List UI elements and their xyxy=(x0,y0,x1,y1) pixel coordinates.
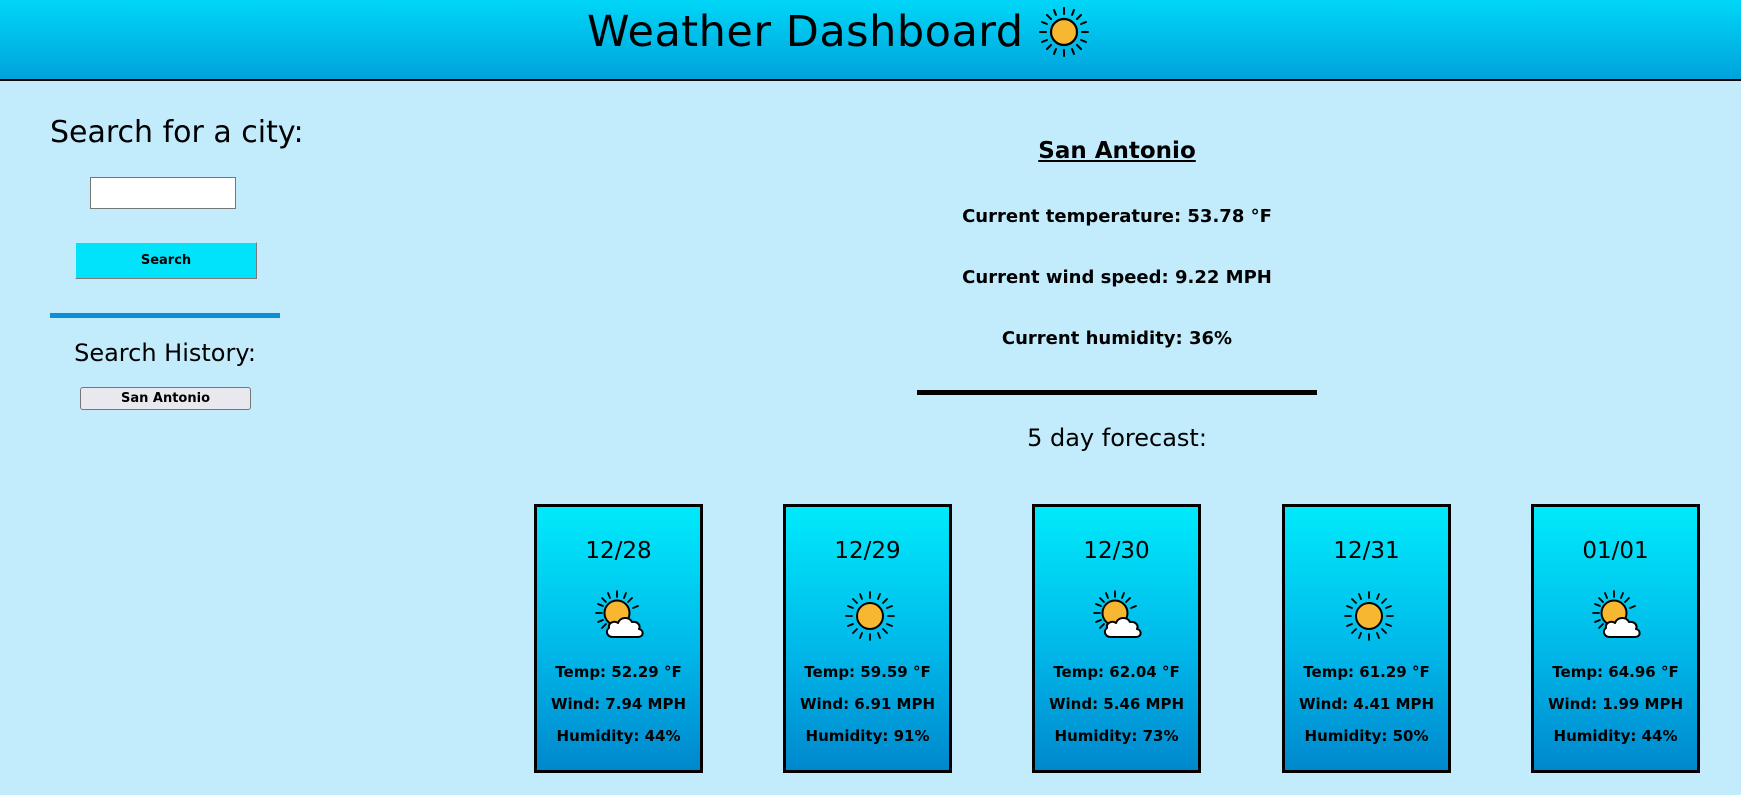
search-heading: Search for a city: xyxy=(50,115,304,150)
forecast-date: 12/31 xyxy=(1333,538,1400,564)
forecast-heading: 5 day forecast: xyxy=(1027,424,1207,452)
forecast-date: 01/01 xyxy=(1582,538,1649,564)
forecast-humidity: Humidity: 91% xyxy=(805,727,930,745)
forecast-date: 12/29 xyxy=(834,538,901,564)
current-temperature: Current temperature: 53.78 °F xyxy=(962,206,1272,227)
forecast-card: 12/29 Temp: 59.59 °F Wind: 6.91 MPH Humi… xyxy=(783,504,952,773)
forecast-wind: Wind: 4.41 MPH xyxy=(1298,695,1435,713)
forecast-humidity: Humidity: 44% xyxy=(556,727,681,745)
app-header: Weather Dashboard xyxy=(0,0,1741,81)
search-history-heading: Search History: xyxy=(74,339,256,367)
forecast-card: 12/28 Temp: 52.29 °F Wind: 7.94 MPH Humi… xyxy=(534,504,703,773)
forecast-wind: Wind: 5.46 MPH xyxy=(1048,695,1185,713)
forecast-humidity: Humidity: 73% xyxy=(1054,727,1179,745)
partly-cloudy-icon xyxy=(595,590,644,638)
sun-icon xyxy=(1038,7,1089,57)
current-weather: San Antonio Current temperature: 53.78 °… xyxy=(917,138,1317,349)
sun-icon xyxy=(845,591,895,641)
forecast-date: 12/30 xyxy=(1083,538,1150,564)
current-city-name: San Antonio xyxy=(1038,138,1196,164)
current-humidity: Current humidity: 36% xyxy=(1001,328,1233,349)
current-divider xyxy=(917,390,1317,395)
forecast-humidity: Humidity: 44% xyxy=(1553,727,1678,745)
sidebar-divider xyxy=(50,313,280,318)
forecast-card: 12/31 Temp: 61.29 °F Wind: 4.41 MPH Humi… xyxy=(1282,504,1451,773)
search-button[interactable]: Search xyxy=(75,242,257,279)
city-search-input[interactable] xyxy=(90,177,236,209)
forecast-temp: Temp: 52.29 °F xyxy=(555,663,682,681)
header-title-group: Weather Dashboard xyxy=(587,2,1090,62)
forecast-wind: Wind: 6.91 MPH xyxy=(799,695,936,713)
forecast-temp: Temp: 64.96 °F xyxy=(1552,663,1679,681)
forecast-humidity: Humidity: 50% xyxy=(1304,727,1429,745)
partly-cloudy-icon xyxy=(1093,590,1142,638)
sun-icon xyxy=(1344,591,1394,641)
forecast-wind: Wind: 7.94 MPH xyxy=(550,695,687,713)
search-sidebar: Search for a city: Search Search History… xyxy=(50,100,304,410)
forecast-temp: Temp: 59.59 °F xyxy=(804,663,931,681)
forecast-wind: Wind: 1.99 MPH xyxy=(1547,695,1684,713)
forecast-temp: Temp: 61.29 °F xyxy=(1303,663,1430,681)
current-wind-speed: Current wind speed: 9.22 MPH xyxy=(962,267,1272,288)
forecast-temp: Temp: 62.04 °F xyxy=(1053,663,1180,681)
history-item-san-antonio[interactable]: San Antonio xyxy=(80,387,251,410)
partly-cloudy-icon xyxy=(1592,590,1641,638)
forecast-card: 01/01 Temp: 64.96 °F Wind: 1.99 MPH Humi… xyxy=(1531,504,1700,773)
forecast-date: 12/28 xyxy=(585,538,652,564)
forecast-card: 12/30 Temp: 62.04 °F Wind: 5.46 MPH Humi… xyxy=(1032,504,1201,773)
app-title: Weather Dashboard xyxy=(587,7,1024,57)
